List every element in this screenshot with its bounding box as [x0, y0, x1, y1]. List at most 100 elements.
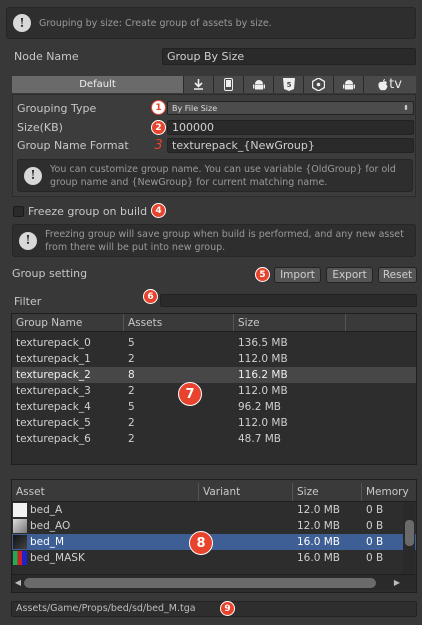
- asset-path-field[interactable]: Assets/Game/Props/bed/sd/bed_M.tga: [11, 601, 417, 617]
- cell-assets: 2: [128, 353, 135, 365]
- filter-field[interactable]: [160, 294, 417, 307]
- grouping-type-label: Grouping Type: [17, 102, 97, 115]
- table-row[interactable]: texturepack_3 2 112.0 MB: [12, 383, 416, 399]
- horizontal-scrollbar[interactable]: ◀ ▶: [12, 574, 416, 590]
- groups-table: Group Name Assets Size texturepack_0 5 1…: [11, 313, 417, 465]
- group-name-format-field[interactable]: texturepack_{NewGroup}: [167, 138, 414, 153]
- marker-3: 3: [154, 138, 163, 153]
- arrow-right-icon[interactable]: ▶: [390, 578, 404, 587]
- assets-table: Asset Variant Size Memory bed_A 12.0 MB …: [11, 479, 417, 593]
- grouping-type-dropdown[interactable]: By File Size ⬍: [167, 101, 414, 115]
- unity-icon: [312, 78, 325, 91]
- cell-asset-name: bed_AO: [30, 520, 71, 532]
- apple-tv-label: tv: [389, 77, 402, 92]
- table-row[interactable]: texturepack_1 2 112.0 MB: [12, 351, 416, 367]
- marker-9: 9: [220, 601, 235, 616]
- cell-memory: 0 B: [366, 520, 384, 532]
- column-variant[interactable]: Variant: [199, 483, 293, 501]
- marker-2: 2: [151, 120, 166, 135]
- cell-assets: 2: [128, 433, 135, 445]
- svg-text:5: 5: [286, 81, 291, 89]
- group-setting-label: Group setting: [12, 267, 88, 280]
- size-field[interactable]: 100000: [167, 120, 414, 135]
- tab-android-2[interactable]: [334, 76, 364, 93]
- cell-group-name: texturepack_6: [16, 433, 91, 445]
- table-row[interactable]: texturepack_6 2 48.7 MB: [12, 431, 416, 447]
- table-row-selected[interactable]: texturepack_2 8 116.2 MB: [12, 367, 416, 383]
- column-group-name[interactable]: Group Name: [12, 314, 124, 331]
- texture-thumbnail: [13, 551, 27, 565]
- cell-asset-size: 16.0 MB: [297, 552, 340, 564]
- tab-unity[interactable]: [304, 76, 334, 93]
- info-icon: !: [19, 231, 37, 250]
- table-row[interactable]: texturepack_0 5 136.5 MB: [12, 335, 416, 351]
- html5-icon: 5: [282, 78, 295, 91]
- assets-table-header: Asset Variant Size Memory: [12, 480, 416, 502]
- column-asset-size[interactable]: Size: [293, 483, 362, 501]
- cell-size: 96.2 MB: [238, 401, 281, 413]
- vertical-scrollbar-thumb[interactable]: [404, 520, 414, 546]
- android-icon: [252, 79, 265, 89]
- tab-html5[interactable]: 5: [274, 76, 304, 93]
- ios-device-icon: [224, 78, 233, 91]
- tab-apple-tv[interactable]: tv: [364, 76, 416, 93]
- reset-button[interactable]: Reset: [378, 267, 417, 283]
- download-icon: [194, 79, 203, 90]
- cell-asset-size: 16.0 MB: [297, 536, 340, 548]
- table-row[interactable]: texturepack_4 5 96.2 MB: [12, 399, 416, 415]
- arrow-left-icon[interactable]: ◀: [12, 578, 24, 587]
- chevron-updown-icon: ⬍: [403, 104, 409, 112]
- marker-8: 8: [189, 531, 213, 555]
- node-name-label: Node Name: [14, 50, 79, 63]
- top-help-box: ! Grouping by size: Create group of asse…: [6, 7, 416, 39]
- freeze-help-text: Freezing group will save group when buil…: [45, 228, 404, 253]
- cell-group-name: texturepack_1: [16, 353, 91, 365]
- grouping-type-value: By File Size: [172, 103, 218, 113]
- cell-asset-name: bed_MASK: [30, 552, 85, 564]
- cell-group-name: texturepack_3: [16, 385, 91, 397]
- node-name-field[interactable]: Group By Size: [162, 48, 416, 65]
- cell-asset-size: 12.0 MB: [297, 520, 340, 532]
- horizontal-scrollbar-thumb[interactable]: [24, 577, 376, 588]
- cell-asset-name: bed_M: [30, 536, 65, 548]
- marker-4: 4: [151, 203, 166, 218]
- cell-group-name: texturepack_0: [16, 337, 91, 349]
- table-row[interactable]: bed_AO 12.0 MB 0 B: [12, 518, 416, 534]
- cell-size: 116.2 MB: [238, 369, 288, 381]
- groups-table-header: Group Name Assets Size: [12, 314, 416, 332]
- filter-label: Filter: [14, 295, 42, 308]
- table-row-selected[interactable]: bed_M 16.0 MB 0 B: [12, 534, 416, 550]
- marker-7: 7: [178, 382, 202, 406]
- cell-asset-size: 12.0 MB: [297, 504, 340, 516]
- table-row[interactable]: bed_MASK 16.0 MB 0 B: [12, 550, 416, 566]
- size-label: Size(KB): [17, 121, 63, 134]
- column-asset[interactable]: Asset: [12, 483, 199, 501]
- info-icon: !: [13, 14, 31, 32]
- cell-assets: 2: [128, 417, 135, 429]
- tab-android[interactable]: [244, 76, 274, 93]
- cell-group-name: texturepack_4: [16, 401, 91, 413]
- cell-asset-name: bed_A: [30, 504, 63, 516]
- vertical-scrollbar[interactable]: [403, 502, 415, 574]
- freeze-checkbox[interactable]: [13, 206, 24, 217]
- column-size[interactable]: Size: [234, 314, 346, 331]
- export-button[interactable]: Export: [326, 267, 373, 283]
- format-help-text: You can customize group name. You can us…: [50, 163, 396, 188]
- column-memory[interactable]: Memory: [362, 483, 416, 501]
- table-row[interactable]: bed_A 12.0 MB 0 B: [12, 502, 416, 518]
- groups-table-body: texturepack_0 5 136.5 MB texturepack_1 2…: [12, 332, 416, 447]
- cell-size: 112.0 MB: [238, 417, 288, 429]
- assets-table-body: bed_A 12.0 MB 0 B bed_AO 12.0 MB 0 B bed…: [12, 502, 416, 574]
- import-button[interactable]: Import: [274, 267, 321, 283]
- cell-group-name: texturepack_2: [16, 369, 91, 381]
- cell-assets: 5: [128, 401, 135, 413]
- cell-memory: 0 B: [366, 552, 384, 564]
- tab-download[interactable]: [184, 76, 214, 93]
- tab-ios[interactable]: [214, 76, 244, 93]
- marker-5: 5: [255, 267, 270, 282]
- table-row[interactable]: texturepack_5 2 112.0 MB: [12, 415, 416, 431]
- texture-thumbnail: [13, 519, 27, 533]
- tab-default[interactable]: Default: [12, 76, 184, 93]
- freeze-help-box: ! Freezing group will save group when bu…: [12, 224, 416, 257]
- column-assets[interactable]: Assets: [124, 314, 234, 331]
